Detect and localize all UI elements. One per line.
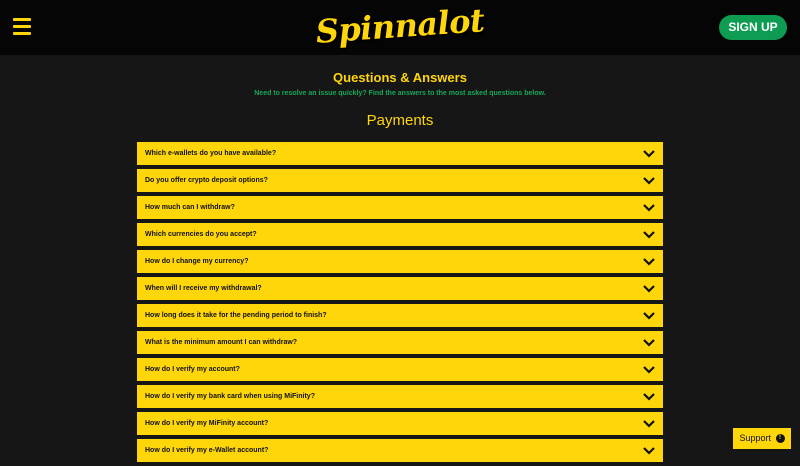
faq-question: When will I receive my withdrawal? (145, 285, 262, 292)
chevron-down-icon (643, 447, 655, 455)
sign-up-button[interactable]: SIGN UP (719, 15, 787, 40)
faq-question: How do I verify my MiFinity account? (145, 420, 269, 427)
chevron-down-icon (643, 231, 655, 239)
faq-question: Do you offer crypto deposit options? (145, 177, 268, 184)
faq-item[interactable]: How do I change my currency? (137, 250, 663, 273)
faq-item[interactable]: Which currencies do you accept? (137, 223, 663, 246)
faq-item[interactable]: How do I verify my e-Wallet account? (137, 439, 663, 462)
faq-question: How much can I withdraw? (145, 204, 235, 211)
page-title: Questions & Answers (333, 70, 467, 85)
faq-item[interactable]: How do I verify my account? (137, 358, 663, 381)
chevron-down-icon (643, 177, 655, 185)
section-title-payments: Payments (366, 112, 434, 129)
support-label: Support (739, 433, 771, 443)
faq-question: Which e-wallets do you have available? (145, 150, 277, 157)
faq-item[interactable]: How long does it take for the pending pe… (137, 304, 663, 327)
support-button[interactable]: Support ! (733, 428, 791, 449)
chevron-down-icon (643, 150, 655, 158)
chevron-down-icon (643, 258, 655, 266)
faq-question: How do I verify my account? (145, 366, 240, 373)
faq-question: How do I verify my bank card when using … (145, 393, 315, 400)
page-subtitle: Need to resolve an issue quickly? Find t… (254, 90, 546, 97)
faq-item[interactable]: How do I verify my MiFinity account? (137, 412, 663, 435)
chevron-down-icon (643, 312, 655, 320)
top-bar: Spinnalot SIGN UP (0, 0, 800, 55)
logo[interactable]: Spinnalot (0, 0, 800, 76)
chevron-down-icon (643, 204, 655, 212)
faq-question: What is the minimum amount I can withdra… (145, 339, 298, 346)
faq-item[interactable]: When will I receive my withdrawal? (137, 277, 663, 300)
chevron-down-icon (643, 285, 655, 293)
faq-question: How do I change my currency? (145, 258, 249, 265)
faq-item[interactable]: Do you offer crypto deposit options? (137, 169, 663, 192)
faq-question: How do I verify my e-Wallet account? (145, 447, 269, 454)
chevron-down-icon (643, 339, 655, 347)
faq-list: Which e-wallets do you have available? D… (137, 142, 663, 466)
faq-item[interactable]: What is the minimum amount I can withdra… (137, 331, 663, 354)
faq-item[interactable]: How much can I withdraw? (137, 196, 663, 219)
faq-item[interactable]: How do I verify my bank card when using … (137, 385, 663, 408)
chevron-down-icon (643, 366, 655, 374)
chevron-down-icon (643, 420, 655, 428)
chevron-down-icon (643, 393, 655, 401)
chat-alert-icon: ! (775, 434, 785, 444)
faq-question: Which currencies do you accept? (145, 231, 257, 238)
faq-item[interactable]: Which e-wallets do you have available? (137, 142, 663, 165)
faq-question: How long does it take for the pending pe… (145, 312, 327, 319)
